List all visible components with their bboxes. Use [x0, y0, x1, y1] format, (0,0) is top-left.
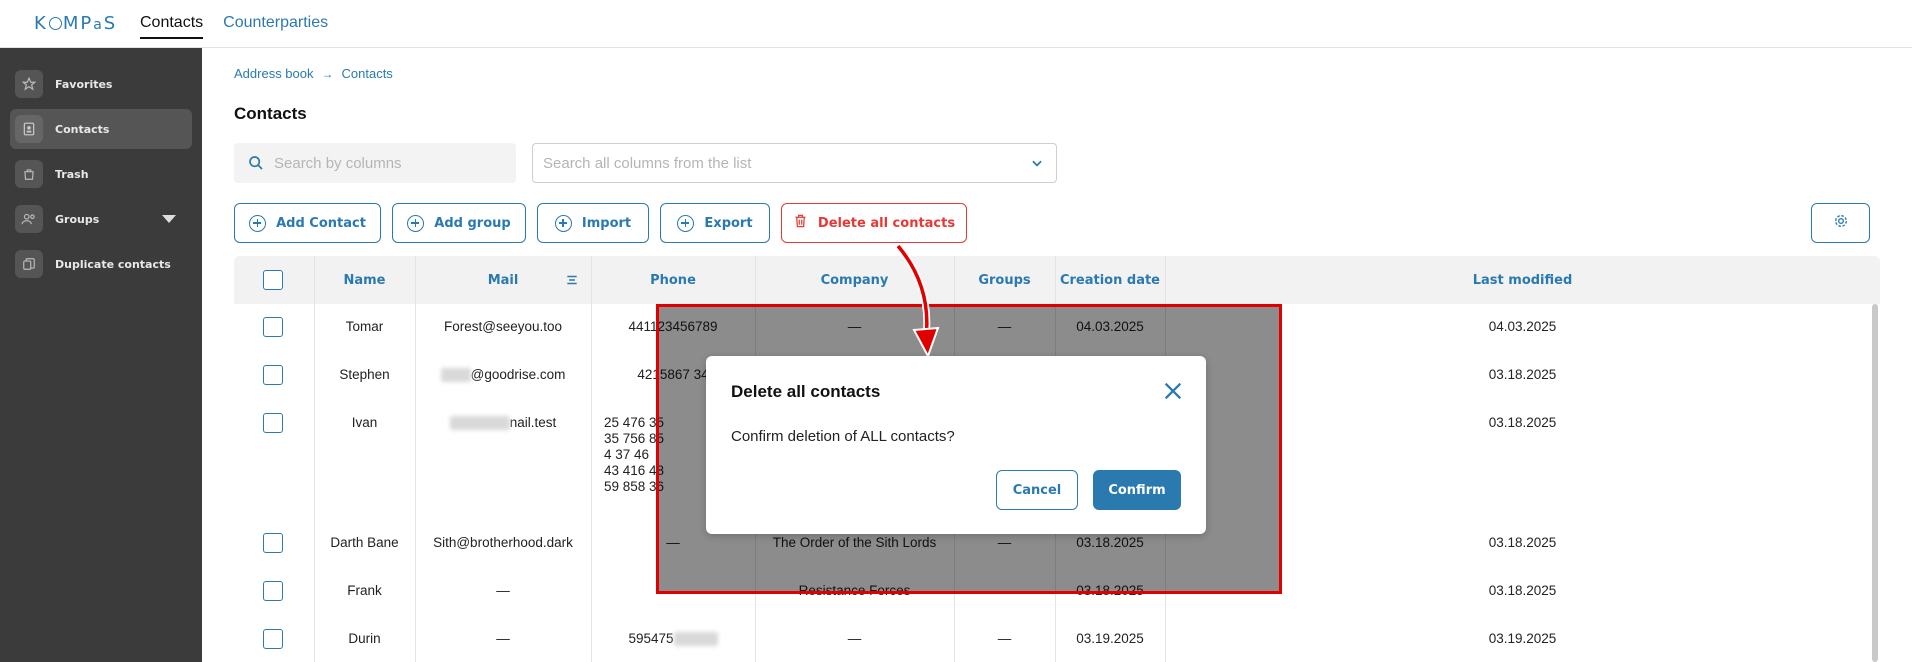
sidebar-item-groups[interactable]: Groups [10, 199, 192, 239]
trash-icon [793, 213, 808, 233]
plus-circle-icon [677, 214, 695, 232]
cancel-button[interactable]: Cancel [996, 470, 1078, 510]
star-icon [15, 70, 43, 98]
cell-name: Durin [348, 631, 381, 646]
cell-mail: — [496, 583, 510, 598]
add-group-button[interactable]: Add group [392, 203, 526, 243]
cell-creation-date: 03.19.2025 [1076, 631, 1144, 646]
sidebar-item-label: Favorites [55, 77, 113, 91]
export-label: Export [704, 215, 753, 231]
delete-all-contacts-button[interactable]: Delete all contacts [781, 203, 967, 243]
cell-name: Frank [347, 583, 382, 598]
export-button[interactable]: Export [660, 203, 770, 243]
column-header-phone[interactable]: Phone [591, 256, 755, 304]
chevron-down-icon[interactable] [1030, 156, 1044, 170]
dialog-title: Delete all contacts [731, 382, 881, 401]
sidebar-item-favorites[interactable]: Favorites [10, 64, 192, 104]
import-button[interactable]: Import [537, 203, 649, 243]
delete-all-label: Delete all contacts [817, 215, 956, 231]
sidebar-item-label: Trash [55, 167, 89, 181]
add-contact-label: Add Contact [276, 215, 366, 231]
delete-all-dialog: Delete all contacts Confirm deletion of … [706, 356, 1206, 534]
settings-button[interactable] [1811, 203, 1870, 243]
columns-search-placeholder: Search all columns from the list [543, 154, 752, 172]
cell-name: Stephen [339, 367, 390, 382]
confirm-button[interactable]: Confirm [1093, 470, 1181, 510]
row-checkbox[interactable] [263, 581, 283, 601]
cell-mail: — [496, 631, 510, 646]
breadcrumb: Address book → Contacts [234, 66, 393, 81]
plus-circle-icon [407, 214, 425, 232]
cell-company: — [847, 631, 862, 646]
caret-down-icon[interactable] [162, 215, 176, 223]
column-divider [415, 256, 416, 662]
page-title: Contacts [234, 104, 307, 123]
search-icon [248, 155, 264, 171]
column-header-mail-label: Mail [487, 272, 519, 288]
cell-name: Darth Bane [330, 535, 399, 550]
gear-icon [1833, 213, 1849, 233]
sidebar-item-label: Duplicate contacts [55, 257, 171, 271]
columns-search-select[interactable]: Search all columns from the list [532, 143, 1057, 183]
column-header-mail[interactable]: Mail [415, 256, 591, 304]
select-all-checkbox[interactable] [263, 270, 283, 290]
top-bar: K MPaS Contacts Counterparties [0, 0, 1912, 48]
users-icon [15, 205, 43, 233]
cell-name: Ivan [351, 415, 378, 430]
row-checkbox[interactable] [263, 413, 283, 433]
row-checkbox[interactable] [263, 629, 283, 649]
breadcrumb-address-book[interactable]: Address book [234, 66, 314, 81]
arrow-right-icon: → [321, 66, 334, 81]
cell-phone: 595475 [591, 631, 755, 647]
plus-circle-icon [554, 214, 572, 232]
cell-mail: nail.test [415, 415, 591, 431]
search-box [234, 143, 516, 183]
address-book-icon [15, 115, 43, 143]
sidebar-item-duplicates[interactable]: Duplicate contacts [10, 244, 192, 284]
redacted-text [673, 632, 718, 647]
column-header-groups[interactable]: Groups [954, 256, 1055, 304]
add-group-label: Add group [434, 215, 511, 231]
dialog-message: Confirm deletion of ALL contacts? [731, 428, 955, 445]
sidebar-item-contacts[interactable]: Contacts [10, 109, 192, 149]
cell-mail-text: nail.test [509, 415, 557, 430]
cell-phone-text: 595475 [628, 631, 674, 646]
column-divider [314, 256, 315, 662]
trash-bag-icon [15, 160, 43, 188]
row-checkbox[interactable] [263, 533, 283, 553]
row-checkbox[interactable] [263, 317, 283, 337]
column-header-last-modified[interactable]: Last modified [1165, 256, 1880, 304]
import-label: Import [581, 215, 632, 231]
column-header-creation-date[interactable]: Creation date [1055, 256, 1165, 304]
cell-name: Tomar [345, 319, 384, 334]
column-header-name[interactable]: Name [314, 256, 415, 304]
sidebar-item-label: Contacts [55, 122, 110, 136]
duplicate-icon [15, 250, 43, 278]
table-scrollbar[interactable] [1872, 304, 1878, 662]
cell-groups: — [997, 631, 1012, 646]
redacted-text [449, 416, 510, 431]
sort-icon[interactable] [565, 273, 579, 291]
add-contact-button[interactable]: Add Contact [234, 203, 381, 243]
cell-mail-text: @goodrise.com [470, 367, 566, 382]
cell-mail: Sith@brotherhood.dark [433, 535, 573, 550]
close-icon[interactable] [1162, 380, 1184, 402]
column-divider [591, 256, 592, 662]
search-input[interactable] [274, 154, 494, 172]
cell-mail: @goodrise.com [415, 367, 591, 383]
breadcrumb-contacts[interactable]: Contacts [342, 66, 393, 81]
top-nav: Contacts Counterparties [140, 14, 328, 39]
redacted-text [440, 368, 471, 383]
annotation-arrow-icon [895, 243, 940, 359]
plus-circle-icon [249, 214, 267, 232]
sidebar-item-label: Groups [55, 212, 100, 226]
top-nav-contacts[interactable]: Contacts [140, 14, 204, 39]
cell-last-modified: 03.19.2025 [1488, 631, 1557, 646]
top-nav-counterparties[interactable]: Counterparties [223, 14, 328, 39]
cell-mail: Forest@seeyou.too [443, 319, 562, 334]
kompas-logo[interactable]: K MPaS [34, 13, 117, 34]
sidebar: Favorites Contacts Trash Groups Duplicat… [0, 48, 202, 662]
row-checkbox[interactable] [263, 365, 283, 385]
sidebar-item-trash[interactable]: Trash [10, 154, 192, 194]
